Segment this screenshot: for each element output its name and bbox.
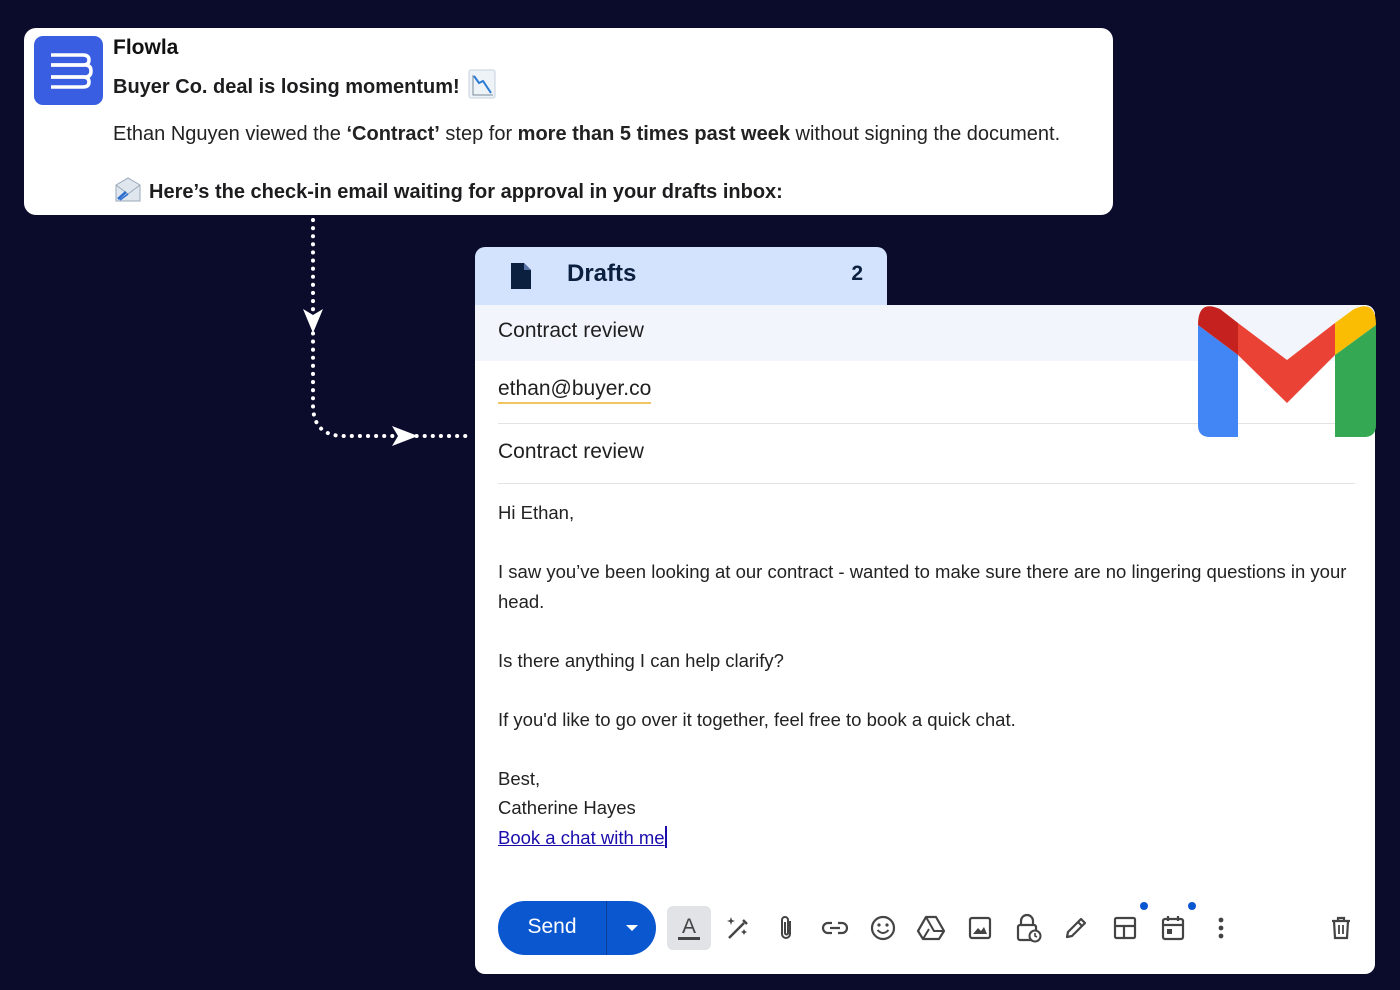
- send-button-group: Send: [498, 901, 656, 955]
- confidential-lock-icon[interactable]: [1006, 906, 1050, 950]
- send-options-button[interactable]: [607, 901, 656, 955]
- formatting-icon[interactable]: A: [667, 906, 711, 950]
- photo-icon[interactable]: [958, 906, 1002, 950]
- body-signature: Catherine Hayes: [498, 797, 636, 818]
- calendar-notification-dot: [1188, 902, 1196, 910]
- body-paragraph-3: If you'd like to go over it together, fe…: [498, 708, 1016, 730]
- text-cursor: [664, 825, 667, 848]
- compose-title: Contract review: [498, 319, 644, 342]
- body-greeting: Hi Ethan,: [498, 502, 575, 523]
- gmail-logo-icon: [1198, 306, 1376, 437]
- body-signoff: Best,: [498, 767, 541, 789]
- body-paragraph-2: Is there anything I can help clarify?: [498, 649, 784, 671]
- drafts-count: 2: [851, 262, 863, 285]
- layout-notification-dot: [1140, 902, 1148, 910]
- drafts-label: Drafts: [567, 260, 637, 287]
- caret-down-icon: [625, 925, 638, 931]
- more-vert-icon[interactable]: [1199, 906, 1243, 950]
- recipient-chip[interactable]: ethan@buyer.co: [498, 377, 652, 404]
- file-icon: [509, 261, 533, 296]
- link-icon[interactable]: [813, 906, 857, 950]
- compose-toolbar: Send A: [498, 901, 1358, 955]
- layout-template-icon[interactable]: [1103, 906, 1147, 950]
- svg-text:A: A: [682, 915, 696, 938]
- arrow-right-icon: [392, 426, 418, 446]
- attach-icon[interactable]: [764, 906, 808, 950]
- drafts-folder[interactable]: Drafts 2: [475, 247, 887, 311]
- message-body[interactable]: Hi Ethan, I saw you’ve been looking at o…: [498, 498, 1363, 852]
- signature-pen-icon[interactable]: [1054, 906, 1098, 950]
- schedule-calendar-icon[interactable]: [1151, 906, 1195, 950]
- trash-icon[interactable]: [1319, 906, 1363, 950]
- booking-link[interactable]: Book a chat with me: [498, 827, 665, 848]
- body-paragraph-1: I saw you’ve been looking at our contrac…: [498, 561, 1347, 612]
- ai-assist-icon[interactable]: [716, 906, 760, 950]
- drive-icon[interactable]: [909, 906, 953, 950]
- send-button[interactable]: Send: [498, 915, 606, 939]
- subject-text[interactable]: Contract review: [498, 440, 644, 464]
- arrow-down-icon: [303, 309, 323, 333]
- emoji-icon[interactable]: [861, 906, 905, 950]
